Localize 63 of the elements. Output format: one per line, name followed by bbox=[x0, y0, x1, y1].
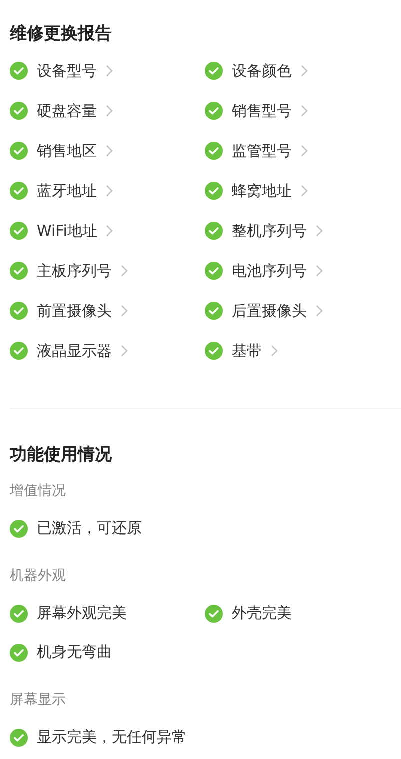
check-icon bbox=[205, 262, 223, 280]
chevron-icon[interactable] bbox=[106, 185, 113, 197]
group-title: 屏幕显示 bbox=[10, 691, 67, 710]
item-link[interactable]: WiFi地址 bbox=[37, 222, 98, 240]
check-icon bbox=[205, 302, 223, 320]
item-link[interactable]: 蓝牙地址 bbox=[37, 182, 97, 200]
check-icon bbox=[10, 520, 28, 538]
check-icon bbox=[205, 62, 223, 80]
check-icon bbox=[10, 728, 28, 746]
item-label: 机身无弯曲 bbox=[37, 643, 112, 662]
section-title: 维修更换报告 bbox=[10, 23, 113, 46]
check-icon bbox=[10, 262, 28, 280]
item-link[interactable]: 设备颜色 bbox=[232, 62, 292, 80]
chevron-icon[interactable] bbox=[106, 105, 113, 117]
item-link[interactable]: 基带 bbox=[232, 342, 262, 360]
item-link[interactable]: 整机序列号 bbox=[232, 222, 307, 240]
chevron-icon[interactable] bbox=[301, 105, 308, 117]
item-link[interactable]: 后置摄像头 bbox=[232, 302, 307, 320]
item-link[interactable]: 液晶显示器 bbox=[37, 342, 112, 360]
item-label: 外壳完美 bbox=[232, 604, 292, 623]
check-icon bbox=[10, 302, 28, 320]
check-icon bbox=[205, 182, 223, 200]
chevron-icon[interactable] bbox=[316, 305, 323, 317]
chevron-icon[interactable] bbox=[106, 65, 113, 77]
check-icon bbox=[205, 142, 223, 160]
chevron-icon[interactable] bbox=[121, 345, 128, 357]
check-icon bbox=[10, 62, 28, 80]
check-icon bbox=[205, 222, 223, 240]
chevron-icon[interactable] bbox=[316, 265, 323, 277]
chevron-icon[interactable] bbox=[271, 345, 278, 357]
item-link[interactable]: 监管型号 bbox=[232, 142, 292, 160]
check-icon bbox=[205, 604, 223, 622]
chevron-icon[interactable] bbox=[121, 265, 128, 277]
item-link[interactable]: 设备型号 bbox=[37, 62, 97, 80]
group-title: 增值情况 bbox=[10, 482, 67, 501]
chevron-icon[interactable] bbox=[301, 185, 308, 197]
section-title: 功能使用情况 bbox=[10, 444, 113, 467]
chevron-icon[interactable] bbox=[106, 145, 113, 157]
item-link[interactable]: 蜂窝地址 bbox=[232, 182, 292, 200]
item-link[interactable]: 硬盘容量 bbox=[37, 102, 97, 120]
check-icon bbox=[10, 142, 28, 160]
check-icon bbox=[10, 644, 28, 662]
item-link[interactable]: 主板序列号 bbox=[37, 262, 112, 280]
item-label: 显示完美，无任何异常 bbox=[37, 728, 187, 747]
chevron-icon[interactable] bbox=[121, 305, 128, 317]
check-icon bbox=[10, 342, 28, 360]
item-label: 已激活，可还原 bbox=[37, 519, 142, 538]
chevron-icon[interactable] bbox=[106, 225, 114, 237]
check-icon bbox=[205, 102, 223, 120]
item-link[interactable]: 销售地区 bbox=[37, 142, 97, 160]
check-icon bbox=[10, 222, 28, 240]
chevron-icon[interactable] bbox=[316, 225, 323, 237]
chevron-icon[interactable] bbox=[301, 145, 308, 157]
check-icon bbox=[10, 604, 28, 622]
group-title: 机器外观 bbox=[10, 567, 67, 586]
item-link[interactable]: 销售型号 bbox=[232, 102, 292, 120]
item-label: 屏幕外观完美 bbox=[37, 604, 127, 623]
item-link[interactable]: 前置摄像头 bbox=[37, 302, 112, 320]
check-icon bbox=[10, 182, 28, 200]
chevron-icon[interactable] bbox=[301, 65, 308, 77]
check-icon bbox=[10, 102, 28, 120]
item-link[interactable]: 电池序列号 bbox=[232, 262, 307, 280]
check-icon bbox=[205, 342, 223, 360]
